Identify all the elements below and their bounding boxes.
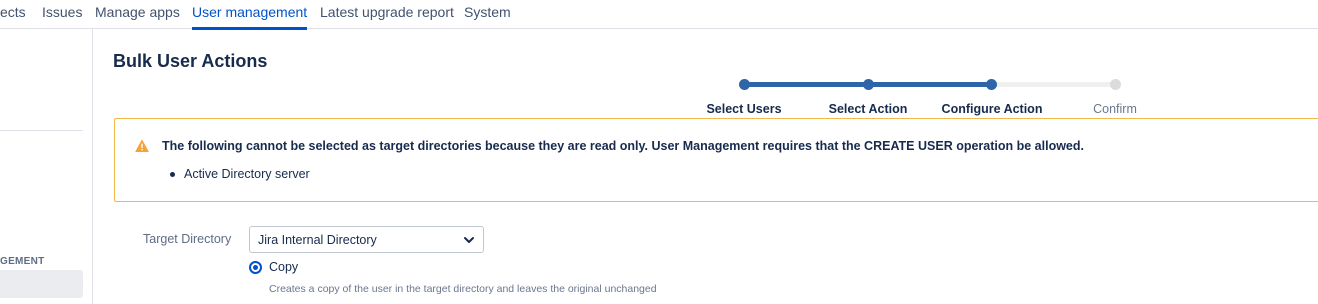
step-dot-configure-action [986, 79, 997, 90]
warning-list-item-text: Active Directory server [184, 167, 310, 181]
sidebar-section-heading: GEMENT [0, 256, 45, 267]
page-title: Bulk User Actions [113, 51, 268, 71]
bullet-icon [170, 172, 175, 177]
tab-system[interactable]: System [464, 0, 511, 29]
target-directory-label: Target Directory [143, 232, 232, 246]
warning-text: The following cannot be selected as targ… [162, 139, 1084, 153]
admin-sidebar: GEMENT [0, 29, 93, 304]
warning-list-item: Active Directory server [170, 167, 310, 181]
step-label-select-users: Select Users [706, 102, 782, 116]
tab-projects[interactable]: ects [0, 0, 26, 29]
tab-manage-apps[interactable]: Manage apps [95, 0, 180, 29]
target-directory-select[interactable]: Jira Internal Directory [249, 226, 484, 253]
copy-option-description: Creates a copy of the user in the target… [269, 283, 657, 295]
sidebar-divider [0, 130, 83, 131]
step-label-select-action: Select Action [828, 102, 908, 116]
step-label-configure-action: Configure Action [941, 102, 1043, 116]
sidebar-item-selected[interactable] [0, 270, 83, 298]
stepper-track-pending [991, 82, 1116, 87]
progress-stepper: Select Users Select Action Configure Act… [690, 74, 1150, 120]
step-dot-select-users [739, 79, 750, 90]
target-directory-value: Jira Internal Directory [258, 233, 377, 247]
tab-user-management[interactable]: User management [192, 0, 308, 30]
step-label-confirm: Confirm [1093, 102, 1137, 116]
tab-latest-upgrade-report[interactable]: Latest upgrade report [320, 0, 454, 29]
chevron-down-icon [464, 237, 474, 243]
step-dot-confirm [1110, 79, 1121, 90]
warning-message: The following cannot be selected as targ… [114, 118, 1318, 202]
copy-radio-label[interactable]: Copy [269, 260, 298, 274]
copy-radio[interactable] [249, 261, 262, 274]
warning-icon [135, 139, 149, 152]
admin-top-nav: ects Issues Manage apps User management … [0, 0, 1318, 30]
step-dot-select-action [863, 79, 874, 90]
tab-issues[interactable]: Issues [42, 0, 82, 29]
